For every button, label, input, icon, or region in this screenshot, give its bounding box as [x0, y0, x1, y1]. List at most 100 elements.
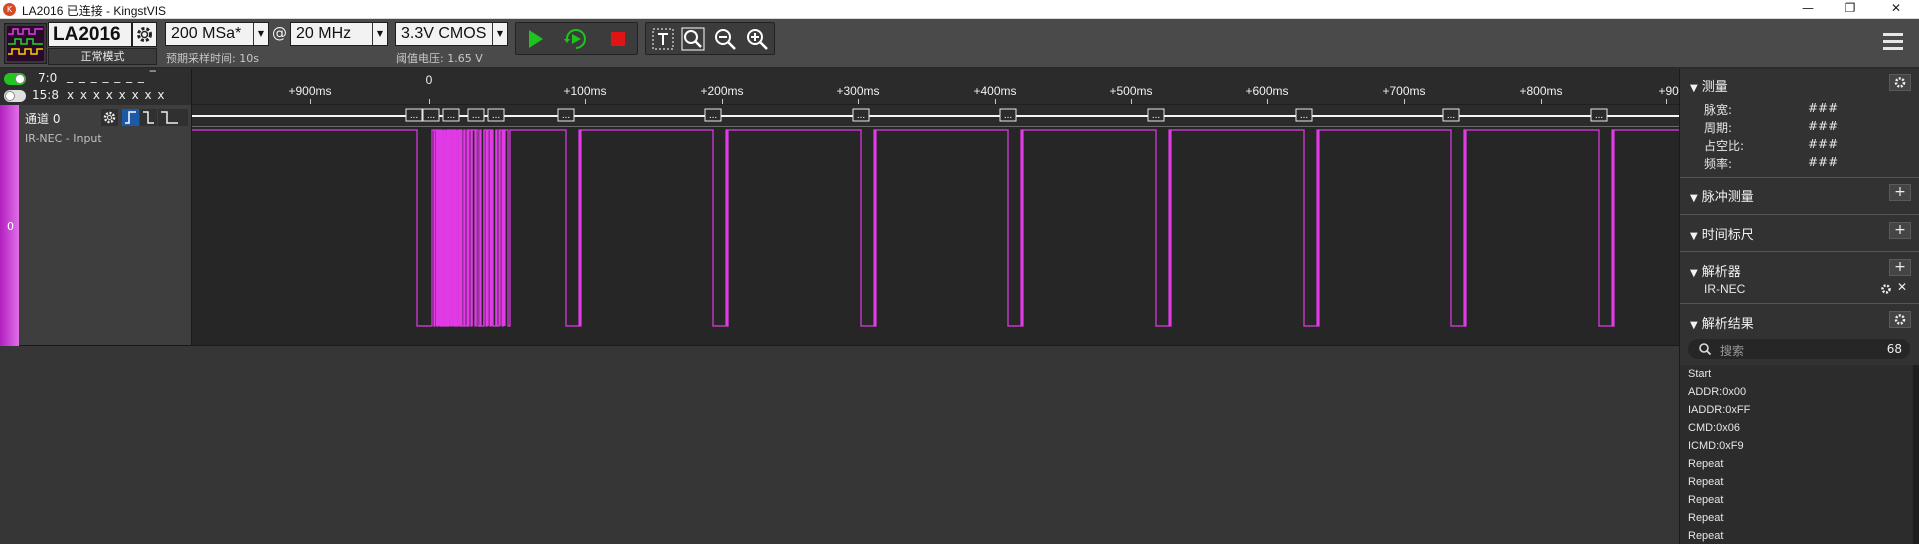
hamburger-menu-icon [1883, 33, 1903, 50]
window-title: LA2016 已连接 - KingstVIS [22, 4, 167, 18]
repeat-start-button[interactable] [561, 26, 591, 52]
channel-name[interactable]: 通道 0 [25, 110, 60, 127]
maximize-button[interactable]: ❐ [1827, 0, 1873, 19]
decode-marker-label: ... [562, 110, 570, 121]
gear-icon [1894, 77, 1906, 88]
minimize-button[interactable]: — [1785, 0, 1831, 19]
results-scrollbar[interactable] [1912, 365, 1919, 544]
sample-rate-value: 200 MSa* [171, 25, 242, 42]
measure-label: 占空比: [1704, 139, 1745, 153]
start-button[interactable] [521, 26, 549, 52]
group-toggle-on[interactable] [4, 73, 26, 85]
voltage-select[interactable]: 3.3V CMOS ▼ [395, 22, 508, 46]
channel-level-label: 0 [7, 220, 14, 233]
decode-marker-label: ... [472, 110, 480, 121]
results-search-input[interactable]: 搜索 68 [1688, 339, 1910, 359]
measure-row: 脉宽: ### [1704, 101, 1838, 118]
collapse-triangle-icon: ▼ [1690, 320, 1698, 331]
result-item[interactable]: IADDR:0xFF [1688, 404, 1750, 416]
measure-section-header[interactable]: ▼ 测量 [1690, 76, 1728, 95]
result-item[interactable]: ADDR:0x00 [1688, 386, 1746, 398]
decode-marker-label: ... [1152, 110, 1160, 121]
run-controls [515, 22, 638, 55]
mode-label[interactable]: 正常模式 [48, 48, 157, 65]
zoom-in-button[interactable] [744, 26, 770, 52]
decode-marker-label: ... [492, 110, 500, 121]
results-section-header[interactable]: ▼ 解析结果 [1690, 313, 1754, 332]
decode-marker-label: ... [410, 110, 418, 121]
text-tool-button[interactable] [650, 26, 676, 52]
device-name-box[interactable]: LA2016 [48, 22, 132, 47]
analyzer-section-header[interactable]: ▼ 解析器 [1690, 261, 1741, 280]
tick-label: +500ms [1109, 84, 1153, 98]
group-toggle-off[interactable] [4, 90, 26, 102]
results-settings-button[interactable] [1889, 311, 1911, 328]
channel-settings-button[interactable] [101, 109, 118, 126]
main-menu-button[interactable] [1880, 29, 1906, 55]
result-item[interactable]: Start [1688, 368, 1711, 380]
result-item[interactable]: ICMD:0xF9 [1688, 440, 1744, 452]
measure-row: 占空比: ### [1704, 137, 1838, 154]
falling-edge-icon [143, 111, 154, 124]
group-values: x x x x x x x x [67, 88, 166, 102]
measure-label: 频率: [1704, 157, 1733, 171]
add-analyzer-button[interactable]: + [1889, 259, 1911, 276]
zoom-fit-button[interactable] [680, 26, 706, 52]
add-time-ruler-button[interactable]: + [1889, 222, 1911, 239]
channel-0-row[interactable]: 0 通道 0 IR-NEC - Input [0, 105, 192, 346]
threshold-label: 阈值电压: 1.65 V [396, 52, 483, 65]
close-button[interactable]: ✕ [1873, 0, 1919, 19]
device-name: LA2016 [53, 24, 121, 45]
measure-label: 周期: [1704, 121, 1733, 135]
remove-analyzer-icon[interactable]: ✕ [1897, 280, 1907, 294]
waveform-area[interactable]: ....................................... [192, 105, 1679, 346]
analyzer-settings-button[interactable] [1879, 281, 1893, 295]
at-symbol: @ [272, 24, 287, 42]
measure-row: 周期: ### [1704, 119, 1838, 136]
decode-marker-label: ... [1447, 110, 1455, 121]
time-ruler[interactable]: +900ms 0 +100ms +200ms +300ms +400ms +50… [192, 69, 1679, 105]
decode-marker-label: ... [1004, 110, 1012, 121]
tick-label: +800ms [1519, 84, 1563, 98]
pulse-measure-section-header[interactable]: ▼ 脉冲测量 [1690, 186, 1754, 205]
stop-button[interactable] [604, 26, 632, 52]
result-item[interactable]: Repeat [1688, 512, 1723, 524]
rising-edge-trigger-button[interactable] [122, 109, 139, 126]
analyzer-title: 解析器 [1701, 265, 1741, 280]
app-logo-icon: K [3, 3, 16, 16]
falling-edge-trigger-button[interactable] [140, 109, 157, 126]
analyzer-item[interactable]: IR-NEC [1704, 282, 1745, 296]
waveform-svg: ....................................... [192, 108, 1679, 327]
results-list[interactable]: Start ADDR:0x00 IADDR:0xFF CMD:0x06 ICMD… [1680, 365, 1912, 544]
sample-rate-select[interactable]: 200 MSa* ▼ [165, 22, 269, 46]
stop-icon [611, 32, 625, 46]
add-pulse-measure-button[interactable]: + [1889, 184, 1911, 201]
result-item[interactable]: Repeat [1688, 494, 1723, 506]
search-icon [1699, 343, 1712, 356]
scrollbar-thumb[interactable] [1913, 365, 1919, 544]
title-bar: K LA2016 已连接 - KingstVIS — ❐ ✕ [0, 0, 1919, 19]
measure-title: 测量 [1701, 80, 1728, 95]
results-title: 解析结果 [1701, 317, 1754, 332]
chevron-down-icon[interactable]: ▼ [492, 23, 507, 45]
time-ruler-section-header[interactable]: ▼ 时间标尺 [1690, 224, 1754, 243]
result-item[interactable]: Repeat [1688, 530, 1723, 542]
measure-settings-button[interactable] [1889, 74, 1911, 91]
chevron-down-icon[interactable]: ▼ [253, 23, 268, 45]
collapse-triangle-icon: ▼ [1690, 193, 1698, 204]
result-item[interactable]: Repeat [1688, 476, 1723, 488]
device-icon[interactable] [4, 23, 47, 64]
device-settings-button[interactable] [132, 22, 157, 47]
level-trigger-button[interactable] [158, 109, 188, 126]
result-item[interactable]: CMD:0x06 [1688, 422, 1740, 434]
zoom-out-icon [715, 29, 736, 50]
zoom-out-button[interactable] [712, 26, 738, 52]
zoom-in-icon [747, 29, 768, 50]
time-ruler-title: 时间标尺 [1701, 228, 1754, 243]
result-item[interactable]: Repeat [1688, 458, 1723, 470]
tick-label: +600ms [1245, 84, 1289, 98]
measure-row: 频率: ### [1704, 155, 1838, 172]
chevron-down-icon[interactable]: ▼ [372, 23, 387, 45]
zoom-fit-icon [681, 27, 705, 51]
sample-depth-select[interactable]: 20 MHz ▼ [290, 22, 388, 46]
